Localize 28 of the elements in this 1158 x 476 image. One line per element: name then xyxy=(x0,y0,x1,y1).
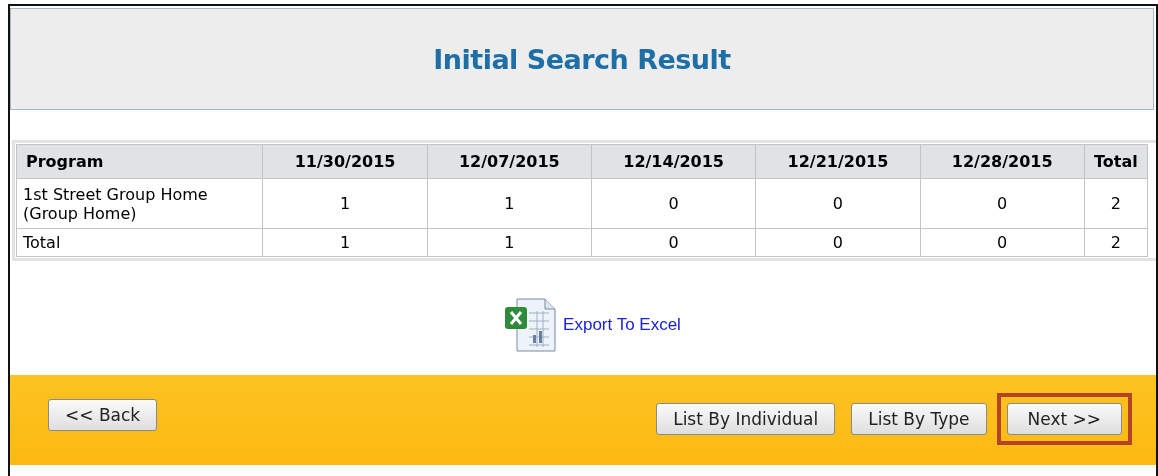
table-cell: 0 xyxy=(755,228,921,257)
table-cell: 1 xyxy=(262,178,428,229)
table-cell: 1 xyxy=(427,178,592,229)
footer-button[interactable]: List By Individual xyxy=(656,403,836,435)
table-cell: 1st Street Group Home (Group Home) xyxy=(16,178,263,229)
column-header: 12/21/2015 xyxy=(755,144,921,179)
column-header: 11/30/2015 xyxy=(262,144,428,179)
spreadsheet-icon[interactable] xyxy=(503,297,558,353)
table-cell: 2 xyxy=(1084,178,1148,229)
table-cell: 1 xyxy=(427,228,592,257)
column-header: Program xyxy=(16,144,263,179)
table-cell: 0 xyxy=(920,228,1085,257)
table-cell: 2 xyxy=(1084,228,1148,257)
table-cell: 0 xyxy=(591,178,756,229)
footer-button[interactable]: << Back xyxy=(48,399,158,431)
footer-button[interactable]: Next >> xyxy=(1006,403,1122,435)
footer-button[interactable]: List By Type xyxy=(851,403,987,435)
column-header: 12/14/2015 xyxy=(591,144,756,179)
page-title: Initial Search Result xyxy=(433,43,731,75)
table-cell: 0 xyxy=(755,178,921,229)
table-cell: 0 xyxy=(920,178,1085,229)
column-header: 12/28/2015 xyxy=(920,144,1085,179)
table-cell: 1 xyxy=(262,228,428,257)
table-cell: Total xyxy=(16,228,263,257)
column-header: Total xyxy=(1084,144,1148,179)
table-cell: 0 xyxy=(591,228,756,257)
export-link[interactable]: Export To Excel xyxy=(563,315,681,335)
column-header: 12/07/2015 xyxy=(427,144,592,179)
